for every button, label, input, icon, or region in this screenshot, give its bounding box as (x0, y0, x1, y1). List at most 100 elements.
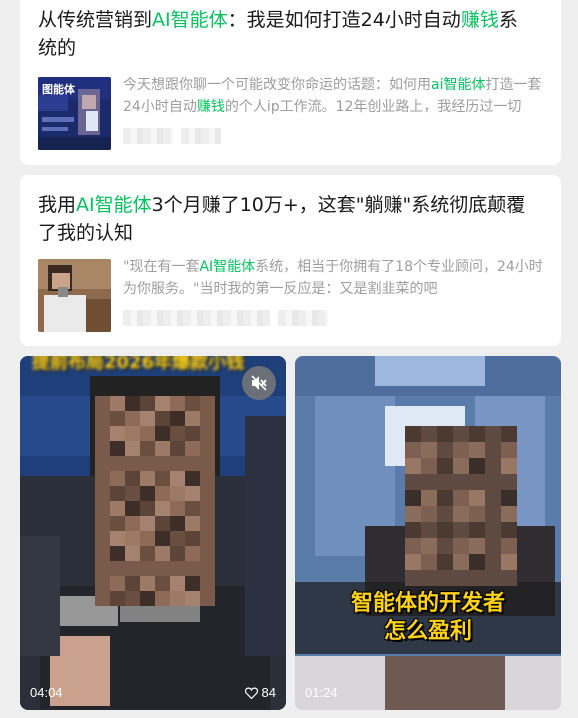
video-duration: 01:24 (305, 685, 338, 700)
mosaic-cell (110, 516, 125, 531)
mosaic-cell (110, 441, 125, 456)
mosaic-cell (95, 426, 110, 441)
video-card[interactable]: 智能体的开发者 怎么盈利 01:24 (295, 356, 561, 710)
mosaic-cell (95, 576, 110, 591)
article-summary: 今天想跟你聊一个可能改变你命运的话题：如何用ai智能体打造一套24小时自动赚钱的… (123, 74, 545, 118)
mosaic-cell (453, 570, 469, 586)
mosaic-cell (200, 516, 215, 531)
mosaic-cell (485, 458, 501, 474)
mosaic-cell (155, 501, 170, 516)
mosaic-cell (125, 561, 140, 576)
article-card[interactable]: 从传统营销到AI智能体：我是如何打造24小时自动赚钱系统的 图能体 今天想跟你聊… (20, 0, 561, 165)
mosaic-cell (501, 506, 517, 522)
mosaic-cell (170, 471, 185, 486)
mosaic-cell (110, 531, 125, 546)
mosaic-cell (469, 426, 485, 442)
mosaic-cell (469, 490, 485, 506)
mosaic-cell (140, 396, 155, 411)
mosaic-cell (501, 474, 517, 490)
mosaic-cell (185, 396, 200, 411)
like-count[interactable]: 84 (244, 685, 276, 700)
mosaic-cell (453, 442, 469, 458)
caption-line: 怎么盈利 (383, 619, 472, 644)
mosaic-cell (437, 442, 453, 458)
mosaic-cell (95, 486, 110, 501)
mosaic-cell (421, 442, 437, 458)
mosaic-cell (200, 396, 215, 411)
article-meta-blurred (278, 310, 328, 326)
article-thumbnail[interactable] (38, 259, 111, 332)
mosaic-cell (110, 576, 125, 591)
text-run: 今天想跟你聊一个可能改变你命运的话题：如何用 (123, 77, 431, 93)
mosaic-cell (125, 546, 140, 561)
mosaic-cell (170, 411, 185, 426)
mosaic-cell (125, 456, 140, 471)
mosaic-cell (95, 411, 110, 426)
mosaic-cell (170, 516, 185, 531)
mosaic-cell (155, 396, 170, 411)
mosaic-cell (140, 486, 155, 501)
mosaic-cell (95, 501, 110, 516)
mosaic-cell (125, 396, 140, 411)
mosaic-cell (140, 576, 155, 591)
mosaic-cell (469, 570, 485, 586)
text-run: 我用 (38, 194, 77, 216)
mosaic-cell (155, 576, 170, 591)
video-card[interactable]: 提前布局2026年爆款小钱 04:04 84 (20, 356, 286, 710)
mosaic-cell (421, 490, 437, 506)
mosaic-cell (170, 531, 185, 546)
mosaic-cell (95, 531, 110, 546)
mosaic-cell (155, 456, 170, 471)
mosaic-cell (155, 546, 170, 561)
mosaic-cell (140, 501, 155, 516)
mosaic-cell (95, 396, 110, 411)
mosaic-cell (110, 486, 125, 501)
mosaic-cell (155, 471, 170, 486)
mosaic-cell (95, 471, 110, 486)
mosaic-cell (501, 458, 517, 474)
mosaic-cell (185, 411, 200, 426)
mosaic-cell (421, 506, 437, 522)
mosaic-cell (140, 591, 155, 606)
mosaic-cell (155, 561, 170, 576)
mosaic-cell (485, 474, 501, 490)
article-title[interactable]: 从传统营销到AI智能体：我是如何打造24小时自动赚钱系统的 (38, 6, 535, 62)
mosaic-cell (453, 458, 469, 474)
article-title[interactable]: 我用AI智能体3个月赚了10万+，这套"躺赚"系统彻底颠覆了我的认知 (38, 191, 535, 247)
heart-icon (244, 687, 258, 699)
mosaic-cell (485, 426, 501, 442)
mosaic-cell (110, 501, 125, 516)
mosaic-cell (125, 591, 140, 606)
mosaic-cell (170, 486, 185, 501)
article-thumbnail[interactable]: 图能体 (38, 77, 111, 150)
mosaic-cell (200, 486, 215, 501)
text-run: 从传统营销到 (38, 9, 153, 31)
mosaic-cell (469, 458, 485, 474)
article-card[interactable]: 我用AI智能体3个月赚了10万+，这套"躺赚"系统彻底颠覆了我的认知 "现在有一… (20, 175, 561, 346)
mosaic-cell (140, 516, 155, 531)
mosaic-cell (421, 426, 437, 442)
mosaic-cell (437, 458, 453, 474)
mosaic-cell (155, 441, 170, 456)
mosaic-cell (405, 442, 421, 458)
mosaic-cell (95, 591, 110, 606)
mosaic-cell (501, 490, 517, 506)
mosaic-cell (185, 486, 200, 501)
mosaic-cell (185, 546, 200, 561)
mosaic-cell (200, 531, 215, 546)
mosaic-cell (155, 411, 170, 426)
mosaic-cell (453, 522, 469, 538)
mute-button[interactable] (242, 366, 276, 400)
text-run: ：我是如何打造24小时自动 (227, 9, 461, 31)
mosaic-cell (110, 591, 125, 606)
mosaic-cell (200, 426, 215, 441)
mosaic-cell (170, 576, 185, 591)
mosaic-cell (485, 506, 501, 522)
mosaic-cell (110, 411, 125, 426)
mosaic-cell (421, 522, 437, 538)
mosaic-cell (170, 441, 185, 456)
mosaic-cell (125, 471, 140, 486)
mosaic-cell (125, 426, 140, 441)
text-run: "现在有一套 (123, 259, 200, 275)
mosaic-cell (125, 501, 140, 516)
